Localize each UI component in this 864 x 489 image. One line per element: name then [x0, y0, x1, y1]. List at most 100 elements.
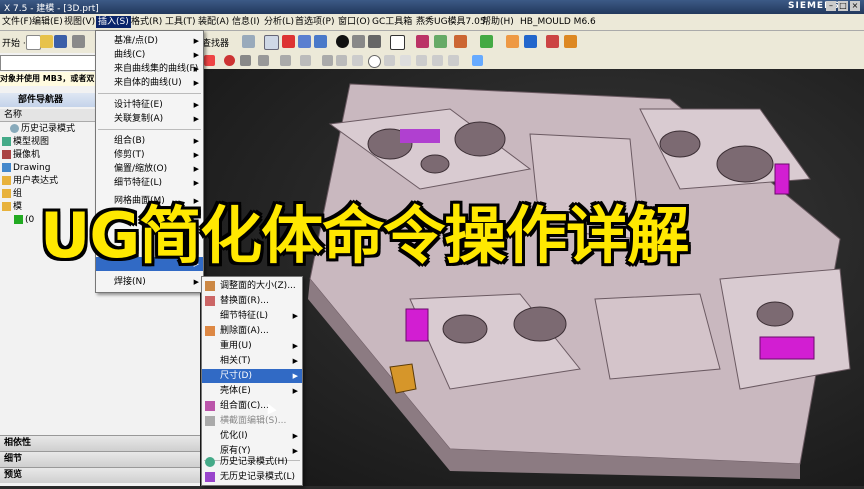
slider-block-right: [759, 336, 815, 360]
menu-item-group-face[interactable]: 组合面(C)...: [202, 399, 302, 413]
new-icon[interactable]: [26, 35, 41, 50]
menu-information[interactable]: 信息(I): [230, 16, 262, 28]
snap-icon[interactable]: [242, 35, 255, 48]
hole-7: [513, 306, 567, 342]
menu-preferences[interactable]: 首选项(P): [293, 16, 336, 28]
menu-item-cross-section-edit[interactable]: 横截面编辑(S)...: [202, 414, 302, 428]
menu-item-design-feature[interactable]: 设计特征(E) ▶: [96, 98, 203, 112]
edit-icon[interactable]: [546, 35, 559, 48]
menu-item-resize-face[interactable]: 调整面的大小(Z)...: [202, 279, 302, 293]
fit-icon[interactable]: [298, 35, 311, 48]
submenu-arrow-icon: ▶: [292, 432, 298, 440]
menu-view[interactable]: 视图(V): [62, 16, 97, 28]
render-style-icon[interactable]: [336, 35, 349, 48]
menu-item-detail-feature-sync[interactable]: 细节特征(L) ▶: [202, 309, 302, 323]
cut-icon[interactable]: [72, 35, 85, 48]
rotate-icon[interactable]: [282, 35, 295, 48]
solid-cube-icon[interactable]: [368, 35, 381, 48]
synchronous-modeling-submenu: 调整面的大小(Z)... 替换面(R)... 细节特征(L) ▶ 删除面(A)..…: [201, 276, 303, 486]
resize-face-icon: [205, 281, 215, 291]
maximize-button[interactable]: □: [838, 1, 848, 11]
menu-item-replace-face[interactable]: 替换面(R)...: [202, 294, 302, 308]
point-icon[interactable]: [400, 55, 411, 66]
analysis-icon[interactable]: [506, 35, 519, 48]
view-orient-icon[interactable]: [264, 35, 279, 50]
layer-icon[interactable]: [416, 35, 429, 48]
menu-item-weld[interactable]: 焊接(N) ▶: [96, 275, 203, 289]
window-title: X 7.5 - 建模 - [3D.prt]: [4, 4, 99, 14]
panel-details[interactable]: 细节: [0, 451, 200, 467]
undo-icon[interactable]: [224, 55, 235, 66]
chain-icon[interactable]: [258, 55, 269, 66]
group-face-icon: [205, 401, 215, 411]
section-icon[interactable]: [434, 35, 447, 48]
layer-settings-icon[interactable]: [524, 35, 537, 48]
pointer-icon[interactable]: [322, 55, 333, 66]
arc-icon[interactable]: [384, 55, 395, 66]
menu-item-optimize[interactable]: 优化(I) ▶: [202, 429, 302, 443]
edges-icon[interactable]: [352, 35, 365, 48]
view-icon: [2, 137, 11, 146]
menu-item-associative-copy[interactable]: 关联复制(A) ▶: [96, 112, 203, 126]
shaded-cube-icon[interactable]: [314, 35, 327, 48]
menu-item-curve[interactable]: 曲线(C) ▶: [96, 48, 203, 62]
menu-item-dimension[interactable]: 尺寸(D) ▶: [202, 369, 302, 383]
menu-insert[interactable]: 插入(S): [96, 16, 131, 28]
menu-edit[interactable]: 编辑(E): [30, 16, 65, 28]
menu-item-relate[interactable]: 相关(T) ▶: [202, 354, 302, 368]
menu-item-offset-scale[interactable]: 偏置/缩放(O) ▶: [96, 162, 203, 176]
minimize-button[interactable]: –: [826, 1, 836, 11]
menu-bar: 文件(F) 编辑(E) 视图(V) 插入(S) 格式(R) 工具(T) 装配(A…: [0, 14, 864, 31]
intersection-icon[interactable]: [432, 55, 443, 66]
submenu-arrow-icon: ▶: [292, 372, 298, 380]
snap-point-icon[interactable]: [204, 55, 215, 66]
measure-icon[interactable]: [454, 35, 467, 48]
panel-preview[interactable]: 预览: [0, 467, 200, 483]
finder-label[interactable]: 查找器: [202, 36, 229, 49]
menu-item-combine[interactable]: 组合(B) ▶: [96, 134, 203, 148]
solid-select-icon[interactable]: [472, 55, 483, 66]
circle-icon[interactable]: [368, 55, 381, 68]
snap-any-icon[interactable]: [448, 55, 459, 66]
corner-icon[interactable]: [352, 55, 363, 66]
menu-item-history-mode[interactable]: 历史记录模式(H): [202, 455, 302, 469]
menu-gc-toolbox[interactable]: GC工具箱: [370, 16, 414, 28]
menu-item-delete-face[interactable]: 删除面(A)...: [202, 324, 302, 338]
close-button[interactable]: ×: [850, 1, 860, 11]
selection-toolbar: [200, 53, 864, 70]
menu-tools[interactable]: 工具(T): [163, 16, 198, 28]
menu-analysis[interactable]: 分析(L): [262, 16, 296, 28]
menu-yanxiu-mould[interactable]: 燕秀UG模具7.05: [414, 16, 488, 28]
move-icon[interactable]: [480, 35, 493, 48]
start-button[interactable]: 开始 ·: [2, 36, 26, 49]
open-icon[interactable]: [40, 35, 53, 48]
move-handle-icon[interactable]: [240, 55, 251, 66]
video-title-overlay: UG简化体命令操作详解: [40, 199, 689, 272]
wireframe-icon[interactable]: [390, 35, 405, 50]
menu-item-shell[interactable]: 壳体(E) ▶: [202, 384, 302, 398]
snap-center-icon[interactable]: [416, 55, 427, 66]
folder-icon: [2, 202, 11, 211]
menu-item-trim[interactable]: 修剪(T) ▶: [96, 148, 203, 162]
menu-assembly[interactable]: 装配(A): [196, 16, 231, 28]
menu-format[interactable]: 格式(R): [129, 16, 164, 28]
curve-icon[interactable]: [280, 55, 291, 66]
curve2-icon[interactable]: [300, 55, 311, 66]
submenu-arrow-icon: ▶: [193, 115, 199, 123]
menu-help[interactable]: 帮助(H): [480, 16, 516, 28]
menu-item-curve-from-curves[interactable]: 来自曲线集的曲线(F) ▶: [96, 62, 203, 76]
save-icon[interactable]: [54, 35, 67, 48]
menu-item-reuse[interactable]: 重用(U) ▶: [202, 339, 302, 353]
submenu-arrow-icon: ▶: [193, 278, 199, 286]
menu-item-datum-point[interactable]: 基准/点(D) ▶: [96, 34, 203, 48]
menu-window[interactable]: 窗口(O): [336, 16, 372, 28]
line-icon[interactable]: [336, 55, 347, 66]
menu-hb-mould[interactable]: HB_MOULD M6.6: [518, 16, 598, 28]
menu-item-detail-feature[interactable]: 细节特征(L) ▶: [96, 176, 203, 190]
column-name: 名称: [4, 110, 23, 120]
panel-dependencies[interactable]: 相依性: [0, 435, 200, 451]
menu-item-curve-from-body[interactable]: 来自体的曲线(U) ▶: [96, 76, 203, 90]
type-filter-combo[interactable]: [0, 55, 98, 71]
menu-item-history-free-mode[interactable]: 无历史记录模式(L): [202, 470, 302, 484]
grid-icon[interactable]: [564, 35, 577, 48]
